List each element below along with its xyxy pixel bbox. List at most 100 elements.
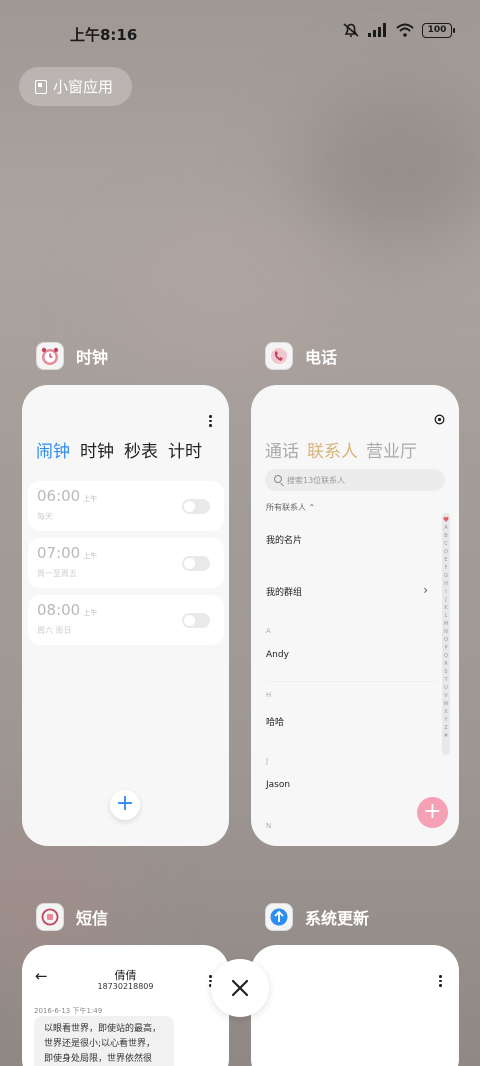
index-letter[interactable]: C	[444, 540, 448, 548]
index-letter[interactable]: H	[444, 580, 448, 588]
sms-app-icon	[36, 903, 64, 931]
index-letter[interactable]: P	[444, 644, 447, 652]
index-letter[interactable]: M	[444, 620, 448, 628]
clock-app-card[interactable]: 闹钟 时钟 秒表 计时 06:00 上午 每天 07:00 上午 周一至周五 08:…	[22, 385, 229, 846]
tab-contacts[interactable]: 联系人	[307, 437, 358, 462]
alarm-item[interactable]: 06:00 上午 每天	[28, 481, 224, 531]
index-letter[interactable]: F	[445, 564, 448, 572]
tab-clock[interactable]: 时钟	[80, 437, 114, 462]
update-app-icon	[265, 903, 293, 931]
contact-row[interactable]: 哈哈	[266, 715, 284, 728]
index-letter[interactable]: S	[444, 668, 447, 676]
my-groups-row[interactable]: 我的群组 ›	[266, 583, 428, 598]
sms-app-header[interactable]: 短信	[36, 903, 108, 931]
clock-tabs: 闹钟 时钟 秒表 计时	[36, 437, 202, 462]
index-letter[interactable]: B	[444, 532, 447, 540]
tab-alarm[interactable]: 闹钟	[36, 437, 70, 462]
contact-search-input[interactable]: 搜索13位联系人	[265, 469, 445, 491]
add-contact-button[interactable]: +	[417, 797, 448, 828]
add-alarm-button[interactable]: +	[110, 790, 140, 820]
phone-app-header[interactable]: 电话	[265, 342, 337, 370]
index-letter[interactable]: J	[445, 596, 446, 604]
contact-row[interactable]: Andy	[266, 650, 289, 660]
wallpaper-blur	[300, 90, 480, 250]
index-letter[interactable]: Z	[444, 724, 447, 732]
alarm-time: 08:00 上午	[37, 601, 98, 619]
alarm-toggle[interactable]	[182, 499, 210, 514]
index-letter[interactable]: A	[444, 524, 447, 532]
index-letter[interactable]: W	[444, 700, 449, 708]
alarm-time: 06:00 上午	[37, 487, 98, 505]
alarm-repeat: 周六 周日	[37, 626, 72, 635]
index-letter[interactable]: Q	[444, 652, 448, 660]
index-letter[interactable]: E	[444, 556, 447, 564]
alarm-repeat: 每天	[37, 512, 53, 521]
tab-timer[interactable]: 计时	[168, 437, 202, 462]
alarm-toggle[interactable]	[182, 613, 210, 628]
section-letter: H	[266, 691, 272, 699]
phone-app-card[interactable]: 通话 联系人 营业厅 搜索13位联系人 所有联系人 ⌃ 我的名片 我的群组 › A…	[251, 385, 459, 846]
index-letter[interactable]: L	[445, 612, 448, 620]
clock-app-header[interactable]: 时钟	[36, 342, 108, 370]
update-app-card[interactable]	[251, 945, 459, 1066]
search-icon	[274, 475, 282, 483]
signal-icon	[368, 23, 386, 37]
small-window-apps-button[interactable]: 小窗应用	[19, 67, 132, 106]
sms-app-title: 短信	[76, 909, 109, 928]
index-letter[interactable]: V	[444, 692, 447, 700]
alarm-ampm: 上午	[83, 495, 98, 503]
clock-app-icon	[36, 342, 64, 370]
phone-app-icon	[265, 342, 293, 370]
index-letter[interactable]: O	[444, 636, 448, 644]
phone-app-title: 电话	[305, 348, 338, 367]
alarm-ampm: 上午	[83, 552, 98, 560]
index-letter[interactable]: R	[444, 660, 447, 668]
index-letter[interactable]: N	[444, 628, 448, 636]
close-icon	[231, 979, 249, 997]
small-window-label: 小窗应用	[53, 78, 114, 96]
alarm-toggle[interactable]	[182, 556, 210, 571]
index-letter[interactable]: X	[444, 708, 447, 716]
clock-app-title: 时钟	[76, 348, 109, 367]
phone-tabs: 通话 联系人 营业厅	[265, 437, 417, 462]
contact-row[interactable]: Jason	[266, 780, 290, 790]
section-letter: A	[266, 627, 271, 635]
update-app-header[interactable]: 系统更新	[265, 903, 369, 931]
alphabet-index-bar[interactable]: ♥ A B C D E F G H I J K L M N O P Q R S T U V W X Y Z #	[442, 513, 450, 755]
tab-stopwatch[interactable]: 秒表	[124, 437, 158, 462]
all-contacts-filter[interactable]: 所有联系人 ⌃	[266, 502, 315, 513]
sms-app-card[interactable]: ← 倩倩 18730218809 2016-6-13 下午1:49 以眼看世界，…	[22, 945, 229, 1066]
more-options-icon[interactable]	[209, 415, 213, 427]
index-letter[interactable]: G	[444, 572, 448, 580]
alarm-item[interactable]: 08:00 上午 周六 周日	[28, 595, 224, 645]
clear-all-button[interactable]	[211, 959, 269, 1017]
small-window-icon	[35, 79, 47, 94]
sms-contact-name: 倩倩	[114, 969, 137, 982]
index-letter[interactable]: #	[444, 732, 448, 740]
section-letter: J	[266, 757, 269, 765]
index-letter[interactable]: I	[445, 588, 446, 596]
status-icons: 100	[342, 22, 455, 38]
index-letter[interactable]: Y	[444, 716, 447, 724]
section-letter: N	[266, 822, 272, 830]
favorites-heart-icon: ♥	[442, 516, 450, 524]
mute-bell-icon	[343, 23, 359, 37]
tab-service-hall[interactable]: 营业厅	[366, 437, 417, 462]
search-placeholder: 搜索13位联系人	[287, 475, 346, 485]
my-card-row[interactable]: 我的名片	[266, 533, 302, 546]
more-options-icon[interactable]	[439, 975, 443, 987]
wifi-icon	[396, 23, 414, 37]
index-letter[interactable]: T	[444, 676, 447, 684]
index-letter[interactable]: K	[444, 604, 447, 612]
status-time: 上午8:16	[70, 26, 138, 44]
sms-date: 2016-6-13 下午1:49	[34, 1007, 103, 1015]
tab-calls[interactable]: 通话	[265, 437, 299, 462]
divider	[266, 681, 438, 682]
alarm-time: 07:00 上午	[37, 544, 98, 562]
settings-gear-icon[interactable]	[434, 414, 445, 425]
alarm-repeat: 周一至周五	[37, 569, 77, 578]
sms-message-bubble[interactable]: 以眼看世界，即使站的最高，世界还是很小;以心看世界，即使身处局限，世界依然很大。…	[34, 1016, 174, 1066]
index-letter[interactable]: U	[444, 684, 448, 692]
index-letter[interactable]: D	[444, 548, 448, 556]
alarm-item[interactable]: 07:00 上午 周一至周五	[28, 538, 224, 588]
